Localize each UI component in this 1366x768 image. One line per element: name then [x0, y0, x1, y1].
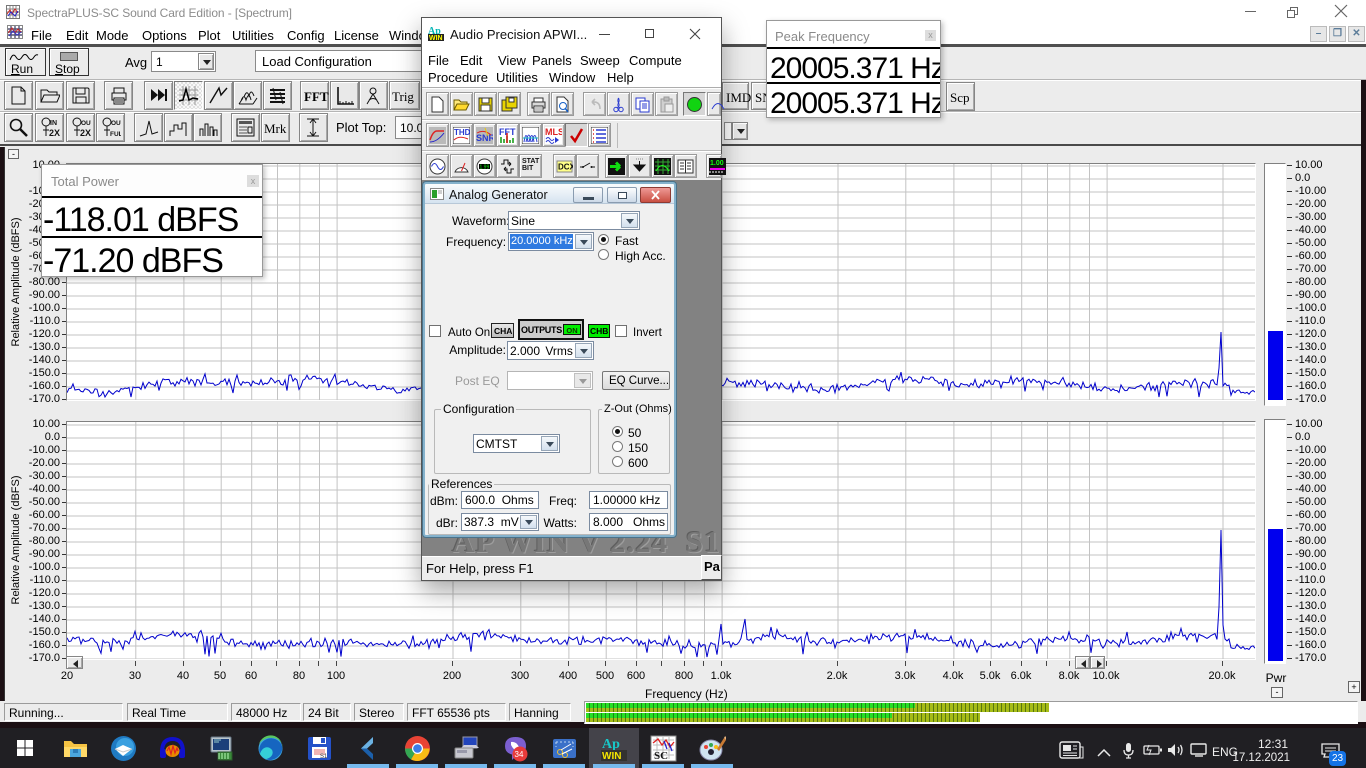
svg-text:34: 34	[515, 750, 524, 759]
svg-text:WIN: WIN	[602, 751, 621, 762]
svg-text:S1: S1	[320, 754, 328, 760]
svg-text:2X: 2X	[80, 128, 91, 138]
svg-text:Ap: Ap	[602, 737, 620, 752]
svg-text:WIN: WIN	[429, 35, 443, 41]
svg-text:FULL: FULL	[110, 131, 121, 138]
svg-text:MLS: MLS	[545, 127, 562, 137]
svg-text:THD: THD	[454, 128, 470, 137]
svg-text:OUT: OUT	[111, 120, 121, 127]
svg-text:1.00: 1.00	[710, 160, 724, 167]
svg-text:2X: 2X	[49, 128, 60, 138]
svg-text:IN: IN	[50, 120, 57, 127]
svg-text:OUT: OUT	[81, 120, 91, 127]
svg-text:SC: SC	[654, 750, 668, 762]
svg-text:1.99: 1.99	[480, 165, 490, 171]
svg-text:DCX: DCX	[558, 163, 573, 172]
